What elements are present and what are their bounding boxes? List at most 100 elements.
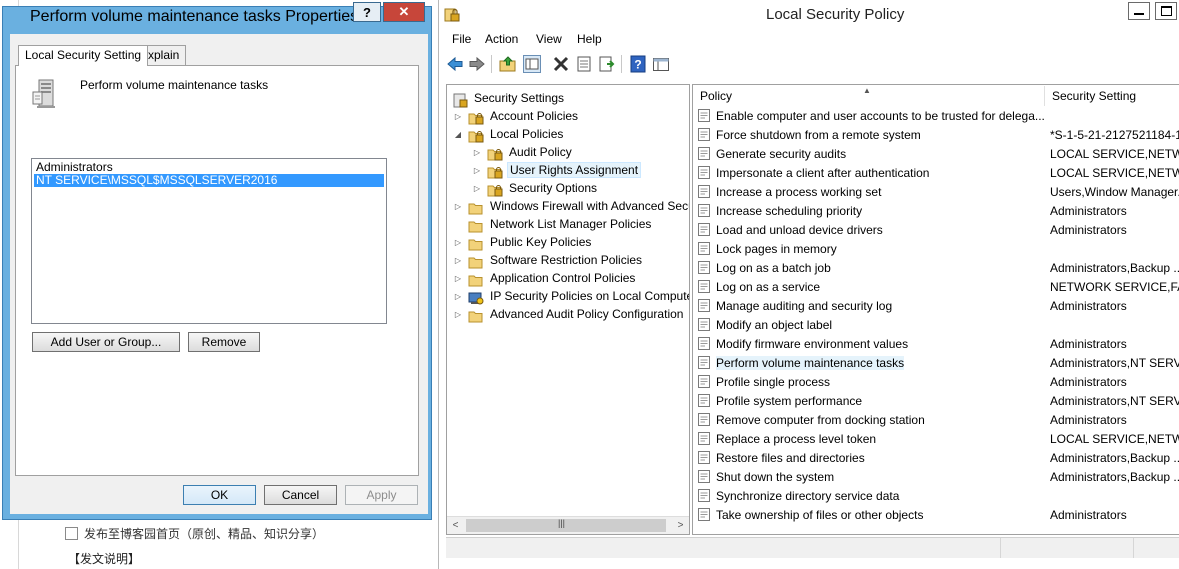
policy-cell: Increase scheduling priority [716, 203, 863, 218]
tree-item-audit-policy[interactable]: ▷ Audit Policy [472, 143, 574, 161]
minimize-button[interactable] [1128, 2, 1150, 20]
security-setting-cell: LOCAL SERVICE,NETWO... [1050, 146, 1179, 161]
apply-button[interactable]: Apply [345, 485, 418, 505]
table-row[interactable]: Replace a process level token LOCAL SERVI… [698, 429, 1179, 448]
ok-button[interactable]: OK [183, 485, 256, 505]
members-listbox[interactable]: Administrators NT SERVICE\MSSQL$MSSQLSER… [31, 158, 387, 324]
scroll-thumb[interactable]: ||| [466, 518, 666, 532]
tab-local-security-setting[interactable]: Local Security Setting [18, 45, 149, 66]
table-row[interactable]: Modify firmware environment values Admini… [698, 334, 1178, 353]
tree-item-public-key-policies[interactable]: ▷ Public Key Policies [453, 233, 593, 251]
policy-cell: Restore files and directories [716, 450, 865, 465]
table-row[interactable]: Synchronize directory service data [698, 486, 1178, 505]
menu-view[interactable]: View [536, 32, 562, 46]
member-item-mssql-service[interactable]: NT SERVICE\MSSQL$MSSQLSERVER2016 [34, 174, 384, 187]
policy-cell: Impersonate a client after authenticatio… [716, 165, 930, 180]
add-user-button[interactable]: Add User or Group... [32, 332, 180, 352]
expand-toggle-icon[interactable]: ◢ [453, 130, 463, 139]
toolbar-separator [621, 55, 622, 73]
column-header-policy[interactable]: Policy ▲ [693, 86, 1045, 106]
table-row[interactable]: Perform volume maintenance tasks Administ… [698, 353, 1179, 372]
column-header-setting[interactable]: Security Setting [1045, 86, 1179, 106]
dialog-close-button[interactable]: ✕ [383, 2, 425, 22]
forward-icon[interactable] [468, 55, 486, 73]
expand-toggle-icon[interactable]: ▷ [453, 256, 463, 265]
tree-horizontal-scrollbar[interactable]: < ||| > [447, 516, 689, 534]
lock-folder-icon [468, 128, 484, 143]
menu-file[interactable]: File [452, 32, 471, 46]
delete-icon[interactable] [552, 55, 570, 73]
tree-item-security-options[interactable]: ▷ Security Options [472, 179, 599, 197]
console-tree-icon[interactable] [652, 55, 670, 73]
help-icon[interactable]: ? [629, 55, 647, 73]
table-row[interactable]: Modify an object label [698, 315, 1178, 334]
tree-item-network-list-manager-policies[interactable]: Network List Manager Policies [453, 215, 653, 233]
table-row[interactable]: Manage auditing and security log Administ… [698, 296, 1178, 315]
table-row[interactable]: Impersonate a client after authenticatio… [698, 163, 1179, 182]
table-row[interactable]: Generate security audits LOCAL SERVICE,NE… [698, 144, 1179, 163]
policy-cell: Generate security audits [716, 146, 847, 161]
maximize-button[interactable] [1155, 2, 1177, 20]
expand-toggle-icon[interactable]: ▷ [472, 184, 482, 193]
table-row[interactable]: Increase scheduling priority Administrato… [698, 201, 1178, 220]
scroll-right-arrow[interactable]: > [672, 517, 689, 534]
security-setting-cell: Administrators,Backup ... [1050, 260, 1179, 275]
security-setting-cell: Administrators [1050, 222, 1127, 237]
tree-item-application-control-policies[interactable]: ▷ Application Control Policies [453, 269, 637, 287]
tree-item-windows-firewall-with-advanced-security[interactable]: ▷ Windows Firewall with Advanced Security [453, 197, 689, 215]
expand-toggle-icon[interactable]: ▷ [453, 274, 463, 283]
table-row[interactable]: Lock pages in memory [698, 239, 1178, 258]
table-row[interactable]: Take ownership of files or other objects… [698, 505, 1178, 524]
back-icon[interactable] [446, 55, 464, 73]
tree-item-user-rights-assignment[interactable]: ▷ User Rights Assignment [472, 161, 642, 179]
dialog-help-button[interactable]: ? [353, 2, 381, 22]
cancel-button[interactable]: Cancel [264, 485, 337, 505]
menu-action[interactable]: Action [485, 32, 518, 46]
lock-folder-icon [468, 110, 484, 125]
policy-document-icon [698, 109, 710, 122]
tree-item-advanced-audit-policy-configuration[interactable]: ▷ Advanced Audit Policy Configuration [453, 305, 685, 323]
scroll-thumb-grip: ||| [558, 518, 566, 528]
table-row[interactable]: Profile single process Administrators [698, 372, 1178, 391]
security-setting-cell: LOCAL SERVICE,NETWO... [1050, 165, 1179, 180]
expand-toggle-icon[interactable]: ▷ [453, 112, 463, 121]
table-row[interactable]: Log on as a service NETWORK SERVICE,FAR..… [698, 277, 1179, 296]
table-row[interactable]: Force shutdown from a remote system *S-1-… [698, 125, 1179, 144]
table-row[interactable]: Increase a process working set Users,Wind… [698, 182, 1179, 201]
tree-item-software-restriction-policies[interactable]: ▷ Software Restriction Policies [453, 251, 644, 269]
expand-toggle-icon[interactable]: ▷ [472, 166, 482, 175]
table-row[interactable]: Profile system performance Administrators… [698, 391, 1179, 410]
scroll-left-arrow[interactable]: < [447, 517, 464, 534]
publish-option[interactable]: 发布至博客园首页（原创、精品、知识分享） [65, 524, 324, 542]
table-row[interactable]: Enable computer and user accounts to be … [698, 106, 1178, 125]
tree-item-local-policies[interactable]: ◢ Local Policies [453, 125, 565, 143]
table-row[interactable]: Log on as a batch job Administrators,Back… [698, 258, 1179, 277]
up-folder-icon[interactable] [499, 55, 517, 73]
tree-item-security-settings[interactable]: Security Settings [452, 89, 566, 108]
security-setting-cell: Administrators,NT SERVI... [1050, 393, 1179, 408]
menu-help[interactable]: Help [577, 32, 602, 46]
policy-document-icon [698, 166, 710, 179]
app-lock-icon [444, 8, 460, 22]
expand-toggle-icon[interactable]: ▷ [453, 292, 463, 301]
publish-checkbox[interactable] [65, 526, 78, 540]
export-list-icon[interactable] [598, 55, 616, 73]
policy-cell: Perform volume maintenance tasks [716, 355, 905, 370]
policy-cell: Log on as a batch job [716, 260, 831, 275]
table-row[interactable]: Remove computer from docking station Admi… [698, 410, 1178, 429]
remove-button[interactable]: Remove [188, 332, 260, 352]
table-row[interactable]: Shut down the system Administrators,Backu… [698, 467, 1179, 486]
tree-item-account-policies[interactable]: ▷ Account Policies [453, 107, 580, 125]
expand-toggle-icon[interactable]: ▷ [453, 238, 463, 247]
security-setting-cell: Administrators [1050, 374, 1127, 389]
tree-item-ip-security-policies-on-local-computer[interactable]: ▷ IP Security Policies on Local Computer [453, 287, 689, 305]
policy-document-icon [698, 508, 710, 521]
table-row[interactable]: Load and unload device drivers Administra… [698, 220, 1178, 239]
expand-toggle-icon[interactable]: ▷ [472, 148, 482, 157]
table-row[interactable]: Restore files and directories Administrat… [698, 448, 1179, 467]
properties-icon[interactable] [575, 55, 593, 73]
expand-toggle-icon[interactable]: ▷ [453, 310, 463, 319]
show-hide-tree-icon[interactable] [523, 55, 541, 73]
expand-toggle-icon[interactable]: ▷ [453, 202, 463, 211]
security-setting-cell: NETWORK SERVICE,FAR... [1050, 279, 1179, 294]
